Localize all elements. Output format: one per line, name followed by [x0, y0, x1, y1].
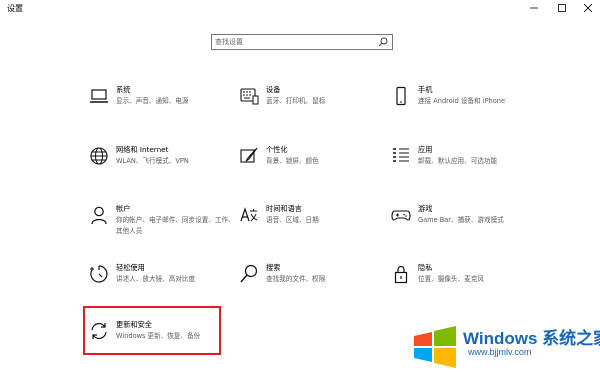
category-description: WLAN、飞行模式、VPN — [116, 157, 189, 165]
maximize-button[interactable] — [550, 0, 574, 16]
category-search[interactable]: 搜索 查找我的文件、权限 — [238, 263, 398, 307]
search-icon[interactable] — [378, 37, 388, 47]
category-description: 卸载、默认应用、可选功能 — [418, 157, 498, 165]
category-accounts[interactable]: 帐户 你的帐户、电子邮件、同步设置、工作、其他人员 — [88, 204, 248, 248]
category-label: 搜索 — [266, 263, 281, 272]
minimize-icon — [530, 7, 538, 9]
search-box[interactable] — [211, 34, 393, 50]
category-phone[interactable]: 手机 连接 Android 设备和 iPhone — [390, 85, 550, 129]
lock-icon — [390, 263, 412, 285]
highlight-box — [83, 306, 221, 355]
globe-icon — [88, 145, 110, 167]
category-label: 网络和 Internet — [116, 145, 169, 154]
window-title: 设置 — [7, 4, 23, 13]
category-description: 讲述人、放大镜、高对比度 — [116, 275, 196, 283]
close-button[interactable] — [576, 0, 600, 16]
category-label: 轻松使用 — [116, 263, 145, 272]
category-label: 应用 — [418, 145, 433, 154]
windows-logo-icon — [414, 326, 456, 368]
keyboard-printer-icon — [238, 85, 260, 107]
person-icon — [88, 204, 110, 226]
category-label: 隐私 — [418, 263, 433, 272]
category-description: 位置、摄像头、麦克风 — [418, 275, 484, 283]
phone-icon — [390, 85, 412, 107]
category-label: 时间和语言 — [266, 204, 302, 213]
watermark: Windows 系统之家 www.bjjmlv.com — [410, 320, 600, 372]
category-label: 帐户 — [116, 204, 131, 213]
search-input[interactable] — [215, 36, 375, 48]
category-personalization[interactable]: 个性化 背景、锁屏、颜色 — [238, 145, 398, 189]
category-description: 语音、区域、日期 — [266, 216, 319, 224]
category-label: 系统 — [116, 85, 131, 94]
close-icon — [584, 4, 592, 12]
category-description: 连接 Android 设备和 iPhone — [418, 97, 506, 105]
category-description: 背景、锁屏、颜色 — [266, 157, 319, 165]
category-label: 个性化 — [266, 145, 288, 154]
gamepad-icon — [390, 204, 412, 226]
minimize-button[interactable] — [522, 0, 546, 16]
laptop-icon — [88, 85, 110, 107]
category-system[interactable]: 系统 显示、声音、通知、电源 — [88, 85, 248, 129]
category-time-language[interactable]: 时间和语言 语音、区域、日期 — [238, 204, 398, 248]
category-privacy[interactable]: 隐私 位置、摄像头、麦克风 — [390, 263, 550, 307]
category-description: 蓝牙、打印机、鼠标 — [266, 97, 326, 105]
watermark-url: www.bjjmlv.com — [468, 347, 532, 357]
search-icon — [238, 263, 260, 285]
category-gaming[interactable]: 游戏 Game Bar、捕获、游戏模式 — [390, 204, 550, 248]
category-label: 手机 — [418, 85, 433, 94]
category-ease-of-access[interactable]: 轻松使用 讲述人、放大镜、高对比度 — [88, 263, 248, 307]
category-apps[interactable]: 应用 卸载、默认应用、可选功能 — [390, 145, 550, 189]
apps-list-icon — [390, 145, 412, 167]
brush-icon — [238, 145, 260, 167]
time-language-icon — [238, 204, 260, 226]
title-bar: 设置 — [0, 0, 600, 16]
watermark-brand: Windows 系统之家 — [463, 329, 600, 348]
category-label: 设备 — [266, 85, 281, 94]
maximize-icon — [558, 4, 566, 12]
category-description: Game Bar、捕获、游戏模式 — [418, 216, 504, 224]
category-network[interactable]: 网络和 Internet WLAN、飞行模式、VPN — [88, 145, 248, 189]
category-description: 查找我的文件、权限 — [266, 275, 326, 283]
category-devices[interactable]: 设备 蓝牙、打印机、鼠标 — [238, 85, 398, 129]
category-description: 显示、声音、通知、电源 — [116, 97, 189, 105]
category-label: 游戏 — [418, 204, 433, 213]
ease-of-access-icon — [88, 263, 110, 285]
category-description: 你的帐户、电子邮件、同步设置、工作、其他人员 — [116, 216, 235, 235]
